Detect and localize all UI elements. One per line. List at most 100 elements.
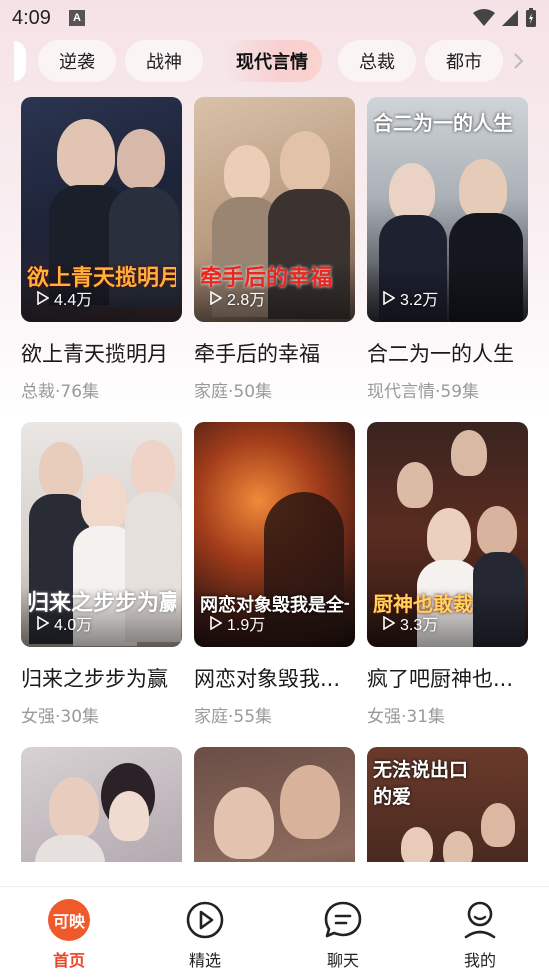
bottom-nav: 可映 首页 精选 聊天 我的 [0,886,549,977]
drama-card[interactable]: 牵手后的幸福 2.8万 牵手后的幸福 家庭·50集 [194,97,355,402]
play-icon [210,616,222,630]
poster-figure [214,787,274,859]
view-count: 4.4万 [37,286,92,310]
poster-figure [443,831,473,862]
poster-figure [280,131,330,193]
signal-icon [502,10,518,26]
poster-figure [224,145,270,201]
view-count-text: 3.3万 [400,617,439,634]
drama-card[interactable]: 网恋对象毁我是全一 1.9万 网恋对象毁我... 家庭·55集 [194,422,355,727]
poster-title: 无法说出口的爱 [373,759,469,808]
drama-grid[interactable]: 欲上青天揽明月 4.4万 欲上青天揽明月 总裁·76集 牵手后的幸福 2.8万 … [0,0,549,862]
view-count: 1.9万 [210,611,265,635]
drama-meta: 女强·31集 [367,707,446,727]
poster-figure [39,442,83,498]
view-count: 3.2万 [383,286,438,310]
drama-meta: 家庭·55集 [194,707,273,727]
nav-label: 我的 [463,951,496,970]
poster-figure [109,791,149,841]
wifi-icon [473,9,495,26]
notification-icon: A [68,10,85,26]
poster-figure [35,835,105,862]
category-tab-xiandaiyanqing[interactable]: 现代言情 [222,40,322,82]
poster-figure [481,803,515,847]
status-time: 4:09 [12,6,51,29]
nav-profile[interactable]: 我的 [440,899,520,971]
drama-meta: 现代言情·59集 [367,382,480,402]
category-tab-zhanshen[interactable]: 战神 [125,40,203,82]
nav-featured[interactable]: 精选 [165,899,245,971]
drama-poster[interactable] [194,747,355,862]
poster-figure [49,777,99,839]
view-count-text: 3.2万 [400,292,439,309]
play-icon [383,291,395,305]
battery-icon [526,8,536,27]
play-icon [37,616,49,630]
nav-chat[interactable]: 聊天 [303,899,383,971]
drama-card[interactable] [194,747,355,862]
view-count: 2.8万 [210,286,265,310]
poster-figure [57,119,115,189]
drama-poster[interactable]: 厨神也敢裁 3.3万 [367,422,528,647]
view-count-text: 4.0万 [54,617,93,634]
status-bar: 4:09 A [0,0,549,36]
drama-title[interactable]: 归来之步步为赢 [21,663,182,693]
drama-card[interactable]: 归来之步步为赢 4.0万 归来之步步为赢 女强·30集 [21,422,182,727]
drama-card[interactable]: 合二为一的人生 3.2万 合二为一的人生 现代言情·59集 [367,97,528,402]
poster-title: 合二为一的人生 [373,111,513,135]
poster-figure [397,462,433,508]
poster-figure [459,159,507,219]
drama-meta: 总裁·76集 [21,382,100,402]
drama-title[interactable]: 欲上青天揽明月 [21,338,182,368]
chat-bubble-icon[interactable] [322,899,364,941]
drama-card[interactable]: 欲上青天揽明月 4.4万 欲上青天揽明月 总裁·76集 [21,97,182,402]
drama-poster[interactable] [21,747,182,862]
poster-figure [117,129,165,189]
nav-label: 精选 [188,951,221,970]
view-count: 4.0万 [37,611,92,635]
drama-poster[interactable]: 无法说出口的爱 [367,747,528,862]
poster-figure [401,827,433,862]
status-icons [473,8,537,28]
drama-card[interactable]: 厨神也敢裁 3.3万 疯了吧厨神也... 女强·31集 [367,422,528,727]
chevron-right-icon[interactable] [508,50,528,72]
drama-poster[interactable]: 牵手后的幸福 2.8万 [194,97,355,322]
poster-figure [280,765,340,839]
drama-poster[interactable]: 欲上青天揽明月 4.4万 [21,97,182,322]
poster-figure [427,508,471,564]
view-count-text: 1.9万 [227,617,266,634]
play-icon [210,291,222,305]
poster-figure [477,506,517,556]
poster-figure [389,163,435,221]
category-tab-nixi[interactable]: 逆袭 [38,40,116,82]
drama-card[interactable]: 无法说出口的爱 [367,747,528,862]
drama-card[interactable] [21,747,182,862]
drama-poster[interactable]: 网恋对象毁我是全一 1.9万 [194,422,355,647]
drama-title[interactable]: 合二为一的人生 [367,338,528,368]
view-count-text: 4.4万 [54,292,93,309]
category-tab-dushi[interactable]: 都市 [425,40,503,82]
drama-meta: 女强·30集 [21,707,100,727]
poster-figure [131,440,175,496]
drama-poster[interactable]: 归来之步步为赢 4.0万 [21,422,182,647]
drama-poster[interactable]: 合二为一的人生 3.2万 [367,97,528,322]
user-icon[interactable] [459,899,501,941]
nav-home[interactable]: 可映 首页 [29,899,109,971]
poster-figure [81,474,127,530]
drama-title[interactable]: 网恋对象毁我... [194,663,355,693]
drama-meta: 家庭·50集 [194,382,273,402]
nav-label: 聊天 [326,951,359,970]
play-circle-icon[interactable] [184,899,226,941]
play-icon [383,616,395,630]
view-count: 3.3万 [383,611,438,635]
view-count-text: 2.8万 [227,292,266,309]
category-tabs[interactable]: 逆袭 战神 现代言情 总裁 都市 [0,38,549,84]
nav-label: 首页 [52,951,85,970]
category-tab-zongcai[interactable]: 总裁 [338,40,416,82]
play-icon [37,291,49,305]
poster-figure [451,430,487,476]
home-badge-icon[interactable]: 可映 [48,899,90,941]
drama-title[interactable]: 疯了吧厨神也... [367,663,528,693]
category-tab-partial[interactable] [14,41,26,81]
drama-title[interactable]: 牵手后的幸福 [194,338,355,368]
